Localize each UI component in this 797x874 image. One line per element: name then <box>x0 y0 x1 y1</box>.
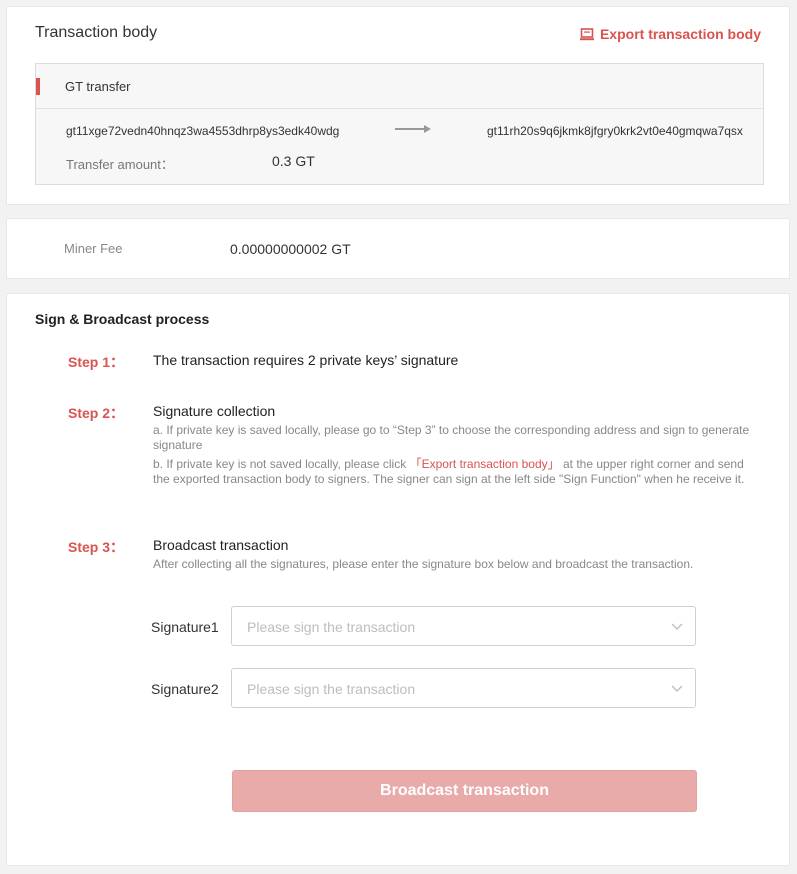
signature-1-select[interactable]: Please sign the transaction <box>231 606 696 646</box>
signature-2-select[interactable]: Please sign the transaction <box>231 668 696 708</box>
sign-broadcast-card: Sign & Broadcast process Step 1： The tra… <box>6 293 790 866</box>
miner-fee-value: 0.00000000002 GT <box>230 241 351 257</box>
step-2-heading: Signature collection <box>153 403 276 419</box>
step-2-desc-b: b. If private key is not saved locally, … <box>153 457 753 487</box>
transfer-details: GT transfer gt11xge72vedn40hnqz3wa4553dh… <box>35 63 764 185</box>
chevron-down-icon <box>671 682 683 694</box>
step-1-heading: The transaction requires 2 private keys’… <box>153 352 459 368</box>
signature-1-label: Signature1 <box>151 619 219 635</box>
broadcast-transaction-button[interactable]: Broadcast transaction <box>232 770 697 812</box>
transfer-amount-value: 0.3 GT <box>272 153 315 169</box>
transfer-header: GT transfer <box>36 64 763 109</box>
from-address: gt11xge72vedn40hnqz3wa4553dhrp8ys3edk40w… <box>66 124 340 138</box>
transaction-body-card: Transaction body Export transaction body… <box>6 6 790 205</box>
transfer-type-label: GT transfer <box>65 79 131 94</box>
laptop-icon <box>579 27 594 41</box>
transfer-amount-label: Transfer amount： <box>66 157 174 172</box>
export-transaction-body-link[interactable]: Export transaction body <box>579 26 761 42</box>
export-transaction-body-label: Export transaction body <box>599 26 761 42</box>
signature-2-label: Signature2 <box>151 681 219 697</box>
miner-fee-card: Miner Fee 0.00000000002 GT <box>6 218 790 279</box>
step-1-label: Step 1： <box>68 354 125 370</box>
step-2-desc-a: a. If private key is saved locally, plea… <box>153 423 750 452</box>
sign-broadcast-title: Sign & Broadcast process <box>35 311 210 327</box>
accent-bar <box>36 78 40 95</box>
step-2-desc-b-pre: b. If private key is not saved locally, … <box>153 457 410 471</box>
step-3-label: Step 3： <box>68 539 125 555</box>
chevron-down-icon <box>671 620 683 632</box>
to-address: gt11rh20s9q6jkmk8jfgry0krk2vt0e40gmqwa7q… <box>487 124 743 138</box>
export-transaction-body-inline-link[interactable]: 「Export transaction body」 <box>410 457 560 471</box>
step-3-desc: After collecting all the signatures, ple… <box>153 557 694 571</box>
step-2-label: Step 2： <box>68 405 125 421</box>
arrow-right-icon <box>395 124 431 134</box>
signature-2-placeholder: Please sign the transaction <box>247 681 416 697</box>
signature-1-placeholder: Please sign the transaction <box>247 619 416 635</box>
miner-fee-label: Miner Fee <box>64 241 123 256</box>
transaction-body-title: Transaction body <box>35 24 158 41</box>
step-3-heading: Broadcast transaction <box>153 537 289 553</box>
